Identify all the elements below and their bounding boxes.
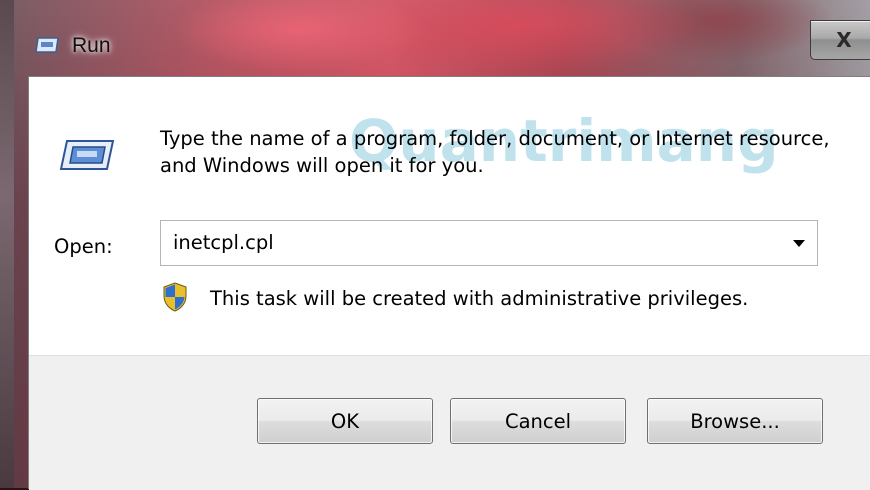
browse-button[interactable]: Browse...	[647, 398, 823, 444]
close-icon: X	[836, 28, 852, 52]
title-bar[interactable]: Run X	[14, 14, 870, 76]
cancel-button[interactable]: Cancel	[450, 398, 626, 444]
window-title: Run	[72, 34, 111, 57]
admin-privileges-notice: This task will be created with administr…	[210, 287, 749, 310]
uac-shield-icon	[163, 282, 187, 312]
close-button[interactable]: X	[810, 20, 870, 60]
run-icon	[59, 140, 115, 170]
dialog-client-area: Quantrimang Type the name of a program, …	[28, 76, 870, 490]
ok-button[interactable]: OK	[257, 398, 433, 444]
open-label: Open:	[54, 235, 113, 258]
background-strip	[0, 0, 14, 488]
run-icon	[35, 37, 59, 53]
open-input[interactable]: inetcpl.cpl	[173, 231, 274, 254]
chevron-down-icon[interactable]	[789, 235, 809, 253]
description-text: Type the name of a program, folder, docu…	[160, 127, 830, 177]
open-combobox[interactable]: inetcpl.cpl	[160, 220, 818, 266]
